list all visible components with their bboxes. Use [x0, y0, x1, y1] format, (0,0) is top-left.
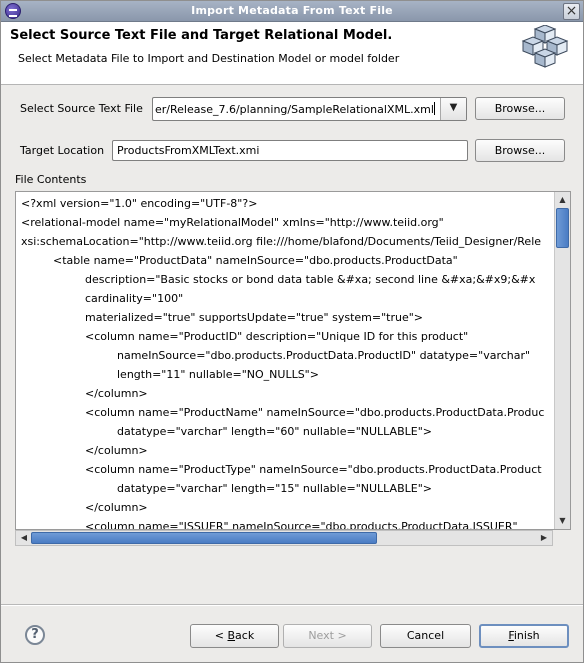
code-line: <column name="ProductName" nameInSource=…	[85, 406, 545, 419]
help-icon[interactable]: ?	[25, 625, 45, 645]
close-window-button[interactable]: ×	[563, 3, 580, 20]
text-caret	[433, 102, 435, 115]
code-line: <relational-model name="myRelationalMode…	[21, 216, 444, 229]
horizontal-scroll-thumb[interactable]	[31, 532, 377, 544]
next-button[interactable]: Next >	[283, 624, 372, 648]
back-button[interactable]: < Back	[190, 624, 279, 648]
code-line: </column>	[85, 501, 148, 514]
target-location-label: Target Location	[20, 144, 105, 157]
source-file-input[interactable]: er/Release_7.6/planning/SampleRelational…	[155, 102, 438, 116]
finish-button[interactable]: Finish	[479, 624, 569, 648]
source-file-combo[interactable]: er/Release_7.6/planning/SampleRelational…	[152, 97, 467, 121]
horizontal-scrollbar[interactable]: ◀ ▶	[15, 530, 553, 546]
code-line: </column>	[85, 444, 148, 457]
scroll-up-icon[interactable]: ▲	[555, 193, 570, 207]
import-cubes-icon	[521, 25, 569, 68]
code-line: </column>	[85, 387, 148, 400]
scroll-left-icon[interactable]: ◀	[17, 531, 31, 545]
code-line: cardinality="100"	[85, 292, 184, 305]
window-title: Import Metadata From Text File	[191, 4, 393, 17]
code-line: <column name="ISSUER" nameInSource="dbo.…	[85, 520, 518, 529]
back-label-rest: ack	[235, 629, 255, 642]
wizard-header: Select Source Text File and Target Relat…	[1, 22, 583, 85]
file-contents-label: File Contents	[15, 173, 87, 186]
code-line: materialized="true" supportsUpdate="true…	[85, 311, 424, 324]
vertical-scrollbar[interactable]: ▲ ▼	[554, 192, 570, 529]
file-contents-text: <?xml version="1.0" encoding="UTF-8"?> <…	[21, 194, 552, 529]
code-line: description="Basic stocks or bond data t…	[85, 273, 536, 286]
vertical-scroll-thumb[interactable]	[556, 208, 569, 248]
code-line: <column name="ProductType" nameInSource=…	[85, 463, 542, 476]
target-location-field[interactable]: ProductsFromXMLText.xmi	[112, 140, 468, 161]
back-label-mnemonic: B	[227, 629, 236, 642]
source-browse-button[interactable]: Browse...	[475, 97, 565, 120]
cancel-button[interactable]: Cancel	[380, 624, 471, 648]
code-line: length="11" nullable="NO_NULLS">	[117, 368, 319, 381]
title-bar[interactable]: Import Metadata From Text File ×	[1, 1, 583, 22]
source-file-label: Select Source Text File	[20, 102, 143, 115]
back-label-prefix: <	[214, 629, 228, 642]
file-contents-textarea[interactable]: <?xml version="1.0" encoding="UTF-8"?> <…	[15, 191, 571, 530]
chevron-down-icon[interactable]: ▼	[440, 98, 466, 120]
footer-separator	[1, 604, 583, 606]
wizard-title: Select Source Text File and Target Relat…	[10, 28, 393, 43]
code-line: nameInSource="dbo.products.ProductData.P…	[117, 349, 531, 362]
code-line: xsi:schemaLocation="http://www.teiid.org…	[21, 235, 542, 248]
import-dialog: Import Metadata From Text File × Select …	[0, 0, 584, 663]
code-line: <?xml version="1.0" encoding="UTF-8"?>	[21, 197, 258, 210]
finish-label-rest: inish	[513, 629, 540, 642]
source-file-value: er/Release_7.6/planning/SampleRelational…	[155, 103, 434, 116]
code-line: <column name="ProductID" description="Un…	[85, 330, 469, 343]
code-line: datatype="varchar" length="15" nullable=…	[117, 482, 432, 495]
scroll-right-icon[interactable]: ▶	[537, 531, 551, 545]
scroll-down-icon[interactable]: ▼	[555, 514, 570, 528]
code-line: datatype="varchar" length="60" nullable=…	[117, 425, 432, 438]
target-browse-button[interactable]: Browse...	[475, 139, 565, 162]
scroll-corner	[553, 530, 571, 546]
wizard-description: Select Metadata File to Import and Desti…	[18, 52, 400, 65]
code-line: <table name="ProductData" nameInSource="…	[53, 254, 458, 267]
